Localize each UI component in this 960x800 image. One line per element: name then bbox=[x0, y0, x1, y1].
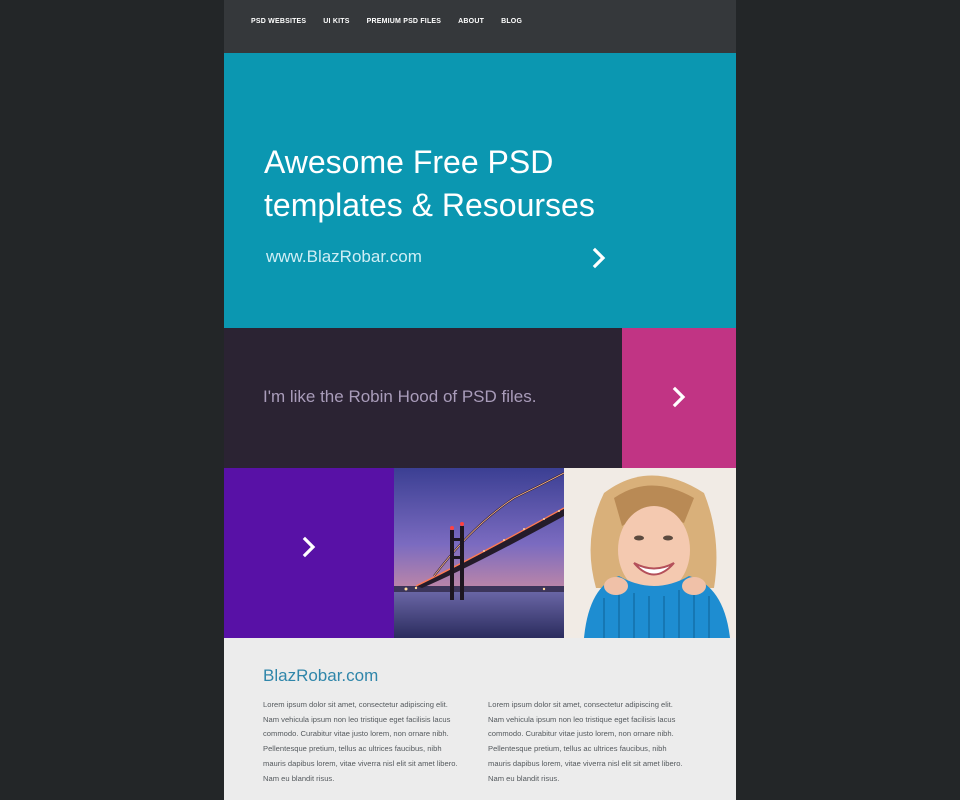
content-column-2: Lorem ipsum dolor sit amet, consectetur … bbox=[488, 700, 683, 783]
top-nav: PSD WEBSITES UI KITS PREMIUM PSD FILES A… bbox=[224, 0, 736, 53]
content-section: BlazRobar.com Lorem ipsum dolor sit amet… bbox=[224, 638, 736, 800]
nav-link-ui-kits[interactable]: UI KITS bbox=[323, 18, 349, 25]
nav-link-blog[interactable]: BLOG bbox=[501, 18, 522, 25]
hero-title: Awesome Free PSD templates & Resourses bbox=[264, 144, 595, 223]
chevron-right-icon bbox=[592, 247, 606, 269]
tagline-text: I'm like the Robin Hood of PSD files. bbox=[263, 387, 537, 406]
hero-next-button[interactable] bbox=[590, 246, 608, 270]
tagline-band: I'm like the Robin Hood of PSD files. bbox=[224, 328, 622, 468]
woman-photo[interactable] bbox=[564, 468, 736, 638]
woman-image bbox=[564, 468, 736, 638]
hero-url: www.BlazRobar.com bbox=[266, 247, 422, 266]
bridge-photo[interactable] bbox=[394, 468, 564, 638]
nav-link-psd-websites[interactable]: PSD WEBSITES bbox=[251, 18, 306, 25]
content-column-1: Lorem ipsum dolor sit amet, consectetur … bbox=[263, 700, 458, 783]
nav-links: PSD WEBSITES UI KITS PREMIUM PSD FILES A… bbox=[251, 18, 539, 25]
chevron-right-icon bbox=[302, 536, 316, 558]
content-heading: BlazRobar.com bbox=[263, 666, 379, 685]
nav-link-about[interactable]: ABOUT bbox=[458, 18, 484, 25]
tagline-next-button[interactable] bbox=[622, 328, 736, 468]
page: PSD WEBSITES UI KITS PREMIUM PSD FILES A… bbox=[224, 0, 736, 800]
bridge-image bbox=[394, 468, 564, 638]
purple-next-tile[interactable] bbox=[224, 468, 394, 638]
chevron-right-icon bbox=[672, 386, 686, 408]
hero-banner: Awesome Free PSD templates & Resourses w… bbox=[224, 53, 736, 328]
nav-link-premium-psd-files[interactable]: PREMIUM PSD FILES bbox=[367, 18, 442, 25]
